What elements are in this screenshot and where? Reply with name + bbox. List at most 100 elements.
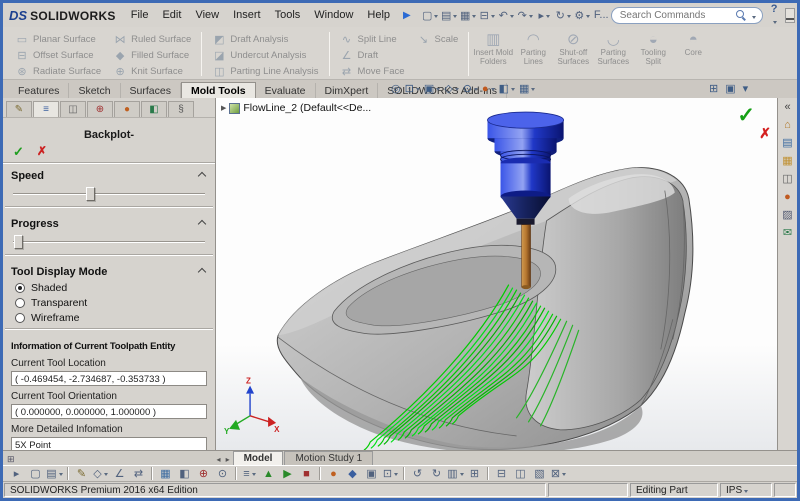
ruled-surface-button[interactable]: ⋈ Ruled Surface xyxy=(109,31,195,47)
custom-properties-icon[interactable]: ▨ xyxy=(782,209,792,221)
view-palette-icon[interactable]: ◫ xyxy=(782,173,792,185)
planar-surface-button[interactable]: ▭ Planar Surface xyxy=(11,31,105,47)
tab-surfaces[interactable]: Surfaces xyxy=(121,83,181,98)
undercut-analysis-button[interactable]: ◪ Undercut Analysis xyxy=(208,47,322,63)
appearance-icon[interactable]: ● xyxy=(324,465,343,482)
shut-off-surfaces-button[interactable]: ⊘ Shut-off Surfaces xyxy=(553,29,593,79)
menu-file[interactable]: File xyxy=(124,6,156,24)
stop-icon[interactable]: ■ xyxy=(297,465,316,482)
tab-sketch[interactable]: Sketch xyxy=(69,83,121,98)
delete-icon[interactable]: ⊠ xyxy=(549,465,568,482)
rebuild-button[interactable]: ↻ xyxy=(554,7,573,24)
move-face-button[interactable]: ⇄ Move Face xyxy=(336,63,409,79)
parting-line-analysis-button[interactable]: ◫ Parting Line Analysis xyxy=(208,63,322,79)
file-properties-button[interactable]: F... xyxy=(592,7,611,24)
attachments-tab[interactable]: § xyxy=(168,101,194,117)
collapse-speed-icon[interactable] xyxy=(197,171,207,181)
report-icon[interactable]: ⊟ xyxy=(492,465,511,482)
radiate-surface-button[interactable]: ⊛ Radiate Surface xyxy=(11,63,105,79)
operations-tree-icon[interactable]: ≡ xyxy=(240,465,259,482)
menu-insert[interactable]: Insert xyxy=(226,6,268,24)
search-dropdown-icon[interactable] xyxy=(750,6,756,24)
menu-view[interactable]: View xyxy=(188,6,226,24)
ok-button[interactable]: ✓ xyxy=(13,144,24,160)
redo-button[interactable]: ↷ xyxy=(516,7,535,24)
knit-surface-button[interactable]: ⊕ Knit Surface xyxy=(109,63,195,79)
undo-cam-icon[interactable]: ↺ xyxy=(408,465,427,482)
scale-button[interactable]: ↘ Scale xyxy=(413,31,463,47)
mold-model[interactable] xyxy=(276,167,694,450)
appearances-strip-icon[interactable]: ● xyxy=(784,191,791,203)
collapse-display-icon[interactable] xyxy=(197,267,207,277)
zoom-tool-icon[interactable]: ⊡ xyxy=(381,465,400,482)
tooling-split-button[interactable]: ◒ Tooling Split xyxy=(633,29,673,79)
new-operation-icon[interactable]: ▢ xyxy=(26,465,45,482)
tab-scroll-right-icon[interactable]: ▸ xyxy=(224,455,232,465)
search-input[interactable] xyxy=(617,8,733,22)
sketch-icon[interactable]: ✎ xyxy=(72,465,91,482)
section-view-icon[interactable]: ▣ xyxy=(362,465,381,482)
collapse-progress-icon[interactable] xyxy=(197,219,207,229)
angle-measure-icon[interactable]: ∠ xyxy=(110,465,129,482)
confirm-ok-button[interactable]: ✓ xyxy=(737,103,755,128)
transparent-radio[interactable] xyxy=(15,297,25,308)
menu-edit[interactable]: Edit xyxy=(155,6,188,24)
confirm-cancel-button[interactable]: ✗ xyxy=(759,125,771,142)
open-setup-icon[interactable]: ▤ xyxy=(45,465,64,482)
tool-table-icon[interactable]: ⊙ xyxy=(213,465,232,482)
insert-mold-folders-button[interactable]: ▥ Insert Mold Folders xyxy=(473,29,514,79)
model-tab[interactable]: Model xyxy=(232,451,284,465)
menu-help[interactable]: Help xyxy=(360,6,397,24)
menu-window[interactable]: Window xyxy=(307,6,360,24)
zoom-area-icon[interactable]: ⊡ xyxy=(405,82,420,95)
property-manager-tab[interactable]: ≡ xyxy=(33,101,59,117)
coordinate-system-icon[interactable]: ⊕ xyxy=(194,465,213,482)
search-icon[interactable] xyxy=(735,9,747,21)
open-button[interactable]: ▤ xyxy=(440,7,459,24)
hatch-icon[interactable]: ▧ xyxy=(530,465,549,482)
motion-study-tab[interactable]: Motion Study 1 xyxy=(284,451,374,465)
graphics-viewport[interactable]: Z Y X ▶ FlowLine_2 (Default<<De... ✓ ✗ xyxy=(216,98,777,450)
display-style-icon[interactable]: ◇ xyxy=(444,82,458,95)
collapse-taskpane-icon[interactable]: « xyxy=(784,101,790,113)
minimize-button[interactable] xyxy=(785,7,796,23)
tab-mold-tools[interactable]: Mold Tools xyxy=(180,82,256,98)
stock-icon[interactable]: ▦ xyxy=(156,465,175,482)
zoom-fit-icon[interactable]: ◎ xyxy=(391,82,401,95)
print-button[interactable]: ⊟ xyxy=(478,7,497,24)
tab-scroll-left-icon[interactable]: ◂ xyxy=(215,455,223,465)
tab-evaluate[interactable]: Evaluate xyxy=(256,83,316,98)
help-button[interactable]: ? xyxy=(771,3,778,27)
select-button[interactable]: ▸ xyxy=(535,7,554,24)
compare-icon[interactable]: ◫ xyxy=(511,465,530,482)
view-settings-icon[interactable]: ▦ xyxy=(519,82,535,95)
search-box[interactable] xyxy=(610,6,763,24)
dimxpert-manager-tab[interactable]: ⊕ xyxy=(87,101,113,117)
progress-slider-thumb[interactable] xyxy=(14,235,23,249)
split-line-button[interactable]: ∿ Split Line xyxy=(336,31,409,47)
parting-lines-button[interactable]: ◠ Parting Lines xyxy=(513,29,553,79)
view-orientation-icon[interactable]: ▣ xyxy=(424,82,440,95)
file-explorer-icon[interactable]: ▦ xyxy=(782,155,792,167)
resources-icon[interactable]: ⌂ xyxy=(784,119,791,131)
new-button[interactable]: ▢ xyxy=(421,7,440,24)
design-library-icon[interactable]: ▤ xyxy=(782,137,792,149)
backplot-tab[interactable]: ✎ xyxy=(6,101,32,117)
feature-tree-flyout[interactable]: ▶ FlowLine_2 (Default<<De... xyxy=(221,102,371,114)
forum-icon[interactable]: ✉ xyxy=(783,227,792,239)
shaded-radio[interactable] xyxy=(15,282,25,293)
save-button[interactable]: ▦ xyxy=(459,7,478,24)
simulate-icon[interactable]: ▲ xyxy=(259,465,278,482)
speed-slider[interactable] xyxy=(13,186,205,202)
configuration-manager-tab[interactable]: ◫ xyxy=(60,101,86,117)
appearances-tab[interactable]: ● xyxy=(114,101,140,117)
hide-show-items-icon[interactable]: ⊙ xyxy=(463,82,478,95)
cancel-button[interactable]: ✗ xyxy=(37,144,47,160)
scene-tab[interactable]: ◧ xyxy=(141,101,167,117)
grid-icon[interactable]: ⊞ xyxy=(465,465,484,482)
tree-expander-icon[interactable]: ▶ xyxy=(221,104,226,112)
draft-analysis-button[interactable]: ◩ Draft Analysis xyxy=(208,31,322,47)
play-icon[interactable]: ▶ xyxy=(278,465,297,482)
apply-scene-icon[interactable]: ◧ xyxy=(499,82,515,95)
options-button[interactable]: ⚙ xyxy=(573,7,592,24)
